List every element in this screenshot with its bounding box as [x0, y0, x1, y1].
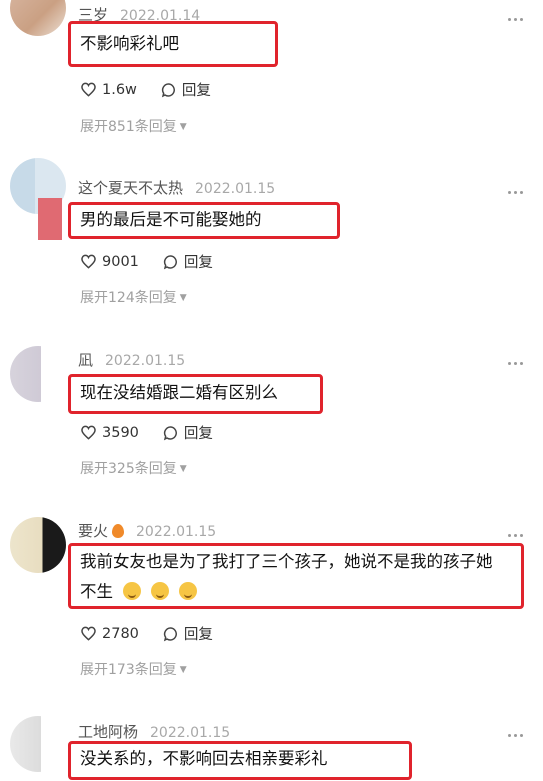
fire-icon: [112, 524, 125, 538]
comment-username[interactable]: 工地阿杨 2022.01.15: [78, 721, 230, 742]
comment-text-line2: 不生: [80, 578, 197, 606]
caret-down-icon: ▼: [179, 464, 187, 474]
like-button[interactable]: 9001: [80, 254, 139, 270]
avatar[interactable]: [10, 0, 66, 36]
reply-label: 回复: [183, 426, 213, 442]
comment-text: 没关系的，不影响回去相亲要彩礼: [80, 749, 328, 768]
expand-replies-link[interactable]: 展开124条回复 ▼: [80, 287, 187, 307]
avatar[interactable]: [10, 346, 66, 402]
speech-bubble-icon: [161, 82, 175, 97]
emoji-icon: [179, 582, 197, 600]
reply-label: 回复: [181, 83, 211, 99]
like-count: 3590: [102, 424, 139, 441]
reply-button[interactable]: 回复: [161, 79, 211, 100]
avatar[interactable]: [10, 517, 66, 573]
speech-bubble-icon: [163, 425, 177, 440]
comment-username[interactable]: 凪 2022.01.15: [78, 349, 185, 370]
like-count: 1.6w: [102, 81, 137, 98]
comment-text-line1: 我前女友也是为了我打了三个孩子，她说不是我的孩子她: [80, 552, 493, 571]
like-count: 2780: [102, 625, 139, 642]
comment-date: 2022.01.15: [136, 524, 217, 540]
reply-button[interactable]: 回复: [163, 251, 213, 272]
reply-label: 回复: [183, 627, 213, 643]
avatar-badge: [38, 198, 62, 240]
comment-date: 2022.01.15: [195, 181, 276, 197]
like-count: 9001: [102, 253, 139, 270]
comment-actions: 3590 回复: [80, 422, 213, 443]
expand-replies-link[interactable]: 展开173条回复 ▼: [80, 659, 187, 679]
speech-bubble-icon: [163, 254, 177, 269]
avatar[interactable]: [10, 716, 66, 772]
comment-date: 2022.01.15: [150, 725, 231, 741]
expand-replies-link[interactable]: 展开325条回复 ▼: [80, 458, 187, 478]
reply-button[interactable]: 回复: [163, 422, 213, 443]
reply-label: 回复: [183, 255, 213, 271]
heart-outline-icon: [81, 626, 96, 641]
like-button[interactable]: 3590: [80, 425, 139, 441]
like-button[interactable]: 2780: [80, 626, 139, 642]
speech-bubble-icon: [163, 626, 177, 641]
more-dots-icon[interactable]: [508, 18, 523, 21]
caret-down-icon: ▼: [179, 122, 187, 132]
like-button[interactable]: 1.6w: [80, 82, 137, 98]
comment-text: 现在没结婚跟二婚有区别么: [80, 383, 278, 402]
comment-text: 男的最后是不可能娶她的: [80, 210, 262, 229]
caret-down-icon: ▼: [179, 293, 187, 303]
comment-date: 2022.01.15: [105, 353, 186, 369]
comment-actions: 9001 回复: [80, 251, 213, 272]
more-dots-icon[interactable]: [508, 734, 523, 737]
comment-username[interactable]: 要火 2022.01.15: [78, 520, 216, 541]
comment-text: 不影响彩礼吧: [80, 34, 179, 53]
reply-button[interactable]: 回复: [163, 623, 213, 644]
comment-username[interactable]: 这个夏天不太热 2022.01.15: [78, 177, 275, 198]
emoji-icon: [151, 582, 169, 600]
expand-replies-link[interactable]: 展开851条回复 ▼: [80, 116, 187, 136]
emoji-icon: [123, 582, 141, 600]
comment-actions: 1.6w 回复: [80, 79, 211, 100]
more-dots-icon[interactable]: [508, 191, 523, 194]
more-dots-icon[interactable]: [508, 362, 523, 365]
heart-outline-icon: [81, 82, 96, 97]
comment-actions: 2780 回复: [80, 623, 213, 644]
more-dots-icon[interactable]: [508, 534, 523, 537]
heart-outline-icon: [81, 425, 96, 440]
heart-outline-icon: [81, 254, 96, 269]
caret-down-icon: ▼: [179, 665, 187, 675]
